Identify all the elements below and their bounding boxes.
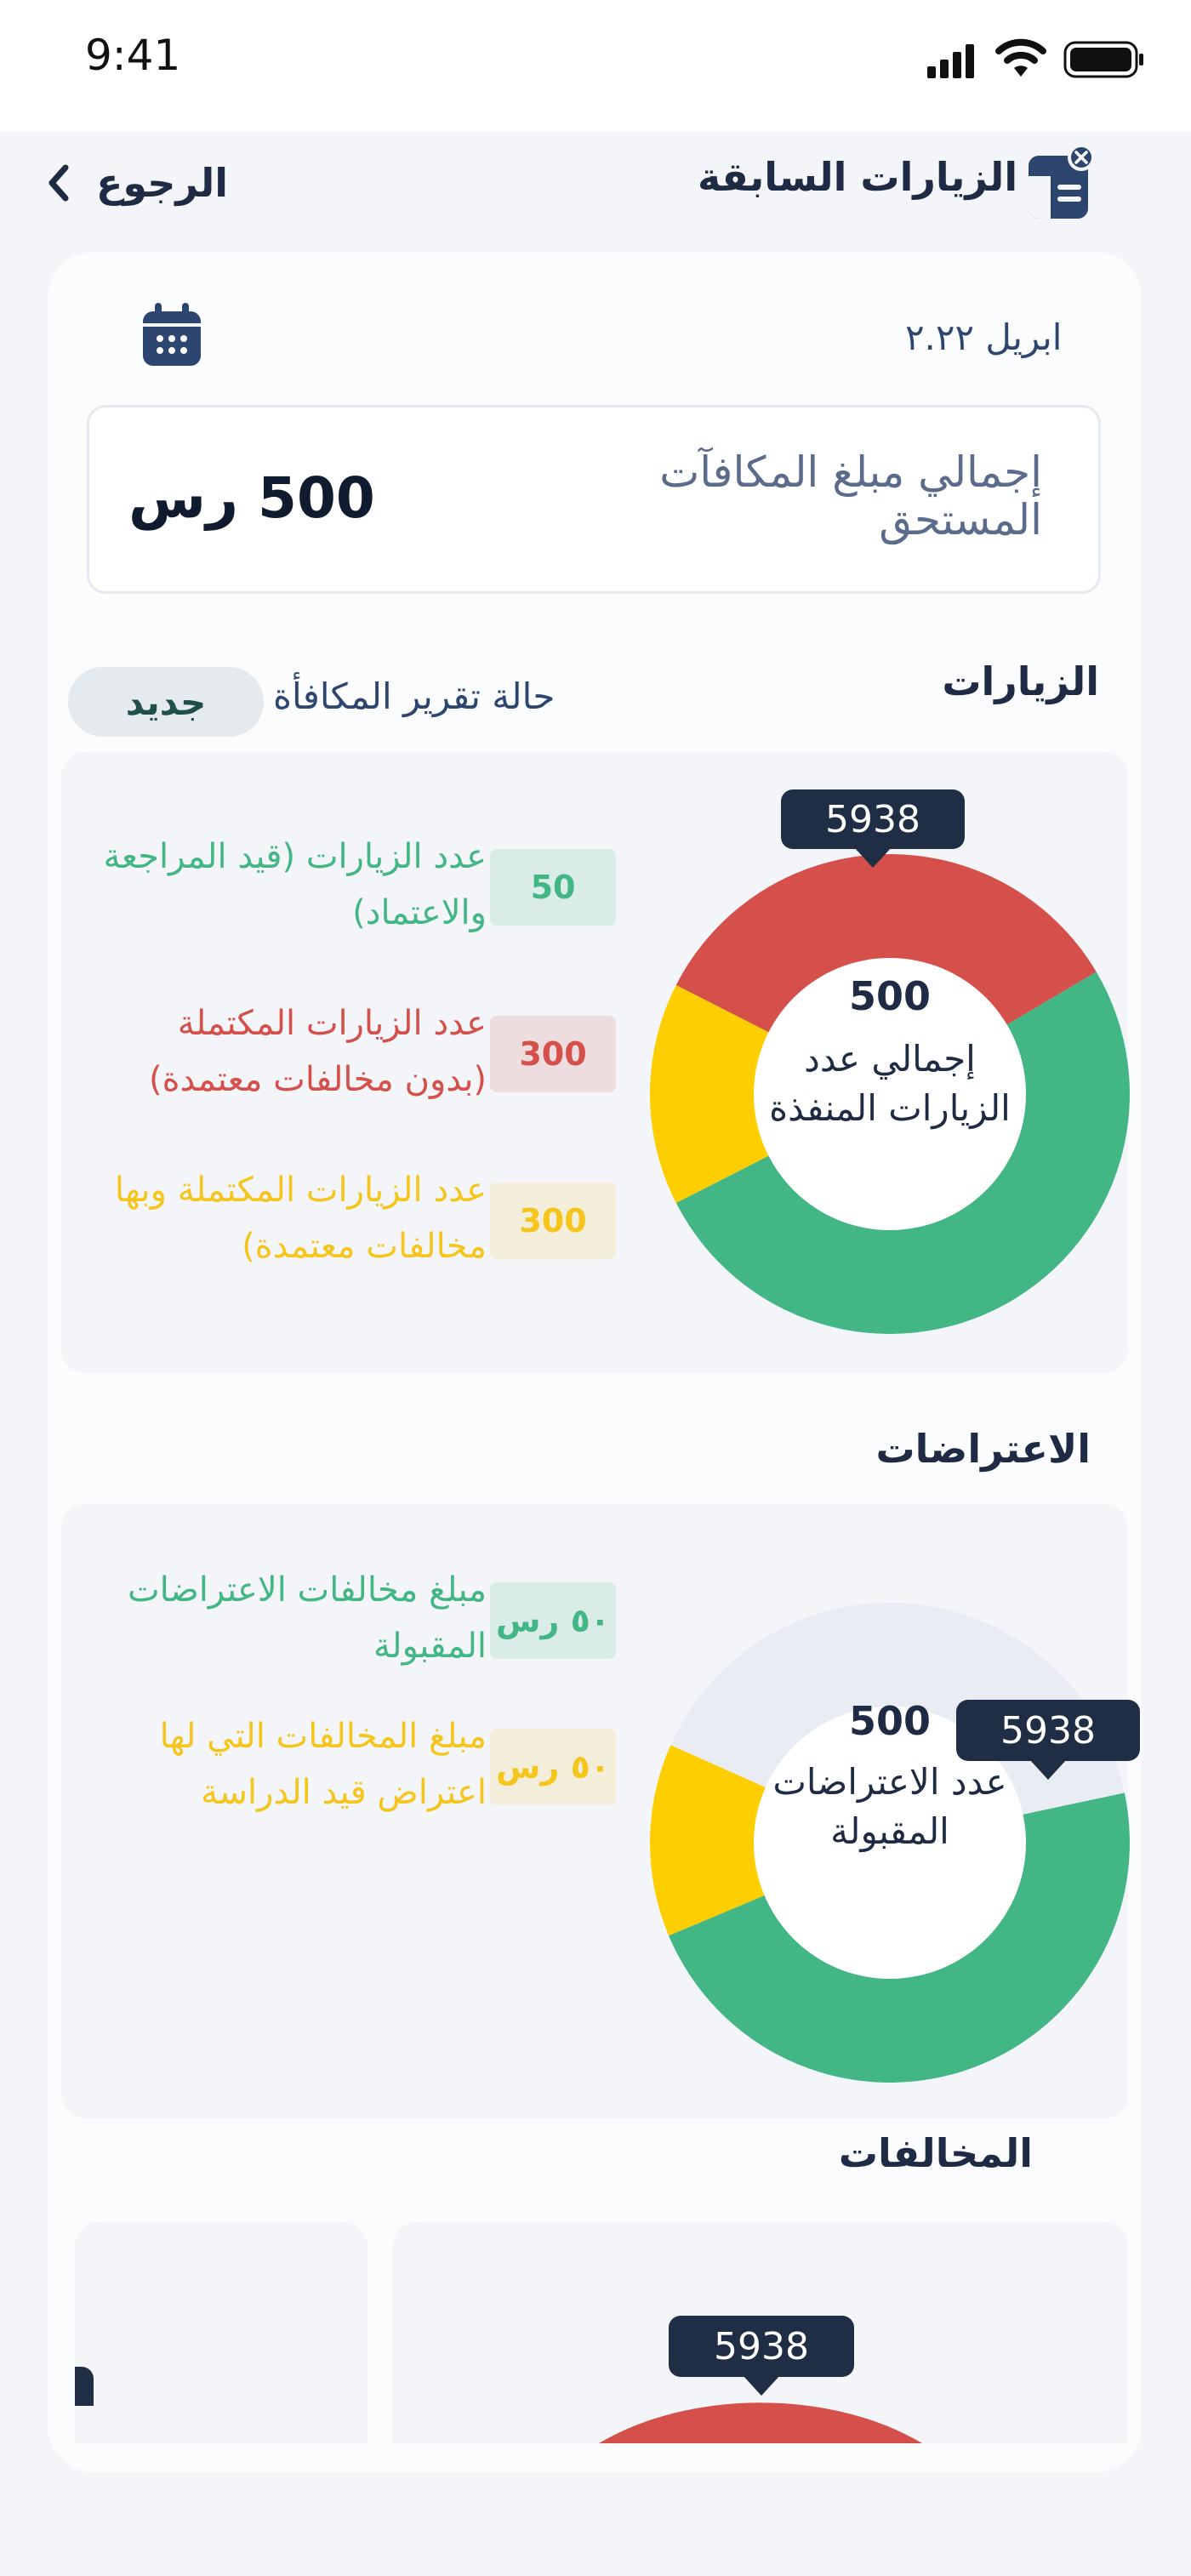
visits-legend-label-0: عدد الزيارات (قيد المراجعة والاعتماد) <box>103 837 487 932</box>
visits-legend-value-0: 50 <box>490 849 616 926</box>
objections-center-label: عدد الاعتراضات المقبولة <box>772 1761 1007 1852</box>
back-label: الرجوع <box>96 160 229 206</box>
page-title: الزيارات السابقة <box>698 154 1018 200</box>
violations-section-title: المخالفات <box>838 2130 1033 2176</box>
visits-legend-label-1: عدد الزيارات المكتملة (بدون مخالفات معتم… <box>148 1004 487 1099</box>
chevron-left-icon <box>48 164 69 202</box>
rewards-total-label: إجمالي مبلغ المكافآت المستحق <box>659 447 1042 544</box>
report-status-badge: جديد <box>68 667 264 737</box>
visits-center-label: إجمالي عدد الزيارات المنفذة <box>769 1038 1011 1129</box>
back-button[interactable]: الرجوع <box>47 149 228 217</box>
rewards-total-box: إجمالي مبلغ المكافآت المستحق 500 رس <box>87 405 1101 594</box>
signal-icon <box>927 44 974 78</box>
report-status-label: حالة تقرير المكافأة <box>273 675 556 717</box>
wifi-icon <box>995 38 1046 77</box>
violations-card-marker <box>75 2367 94 2406</box>
report-card: ابريل ٢.٢٢ إجمالي مبلغ المكافآت المستحق … <box>48 252 1142 2472</box>
visits-center-value: 500 <box>848 973 932 1019</box>
objections-legend-value-0: ٥٠ رس <box>490 1582 616 1659</box>
calendar-icon[interactable] <box>140 301 204 369</box>
objections-legend-value-1: ٥٠ رس <box>490 1729 616 1805</box>
objections-legend-label-0: مبلغ مخالفات الاعتراضات المقبولة <box>127 1570 487 1666</box>
status-time: 9:41 <box>85 31 181 80</box>
rewards-total-value: 500 رس <box>128 465 375 531</box>
app-header: الزيارات السابقة الرجوع <box>0 132 1191 251</box>
visits-legend-value-2: 300 <box>490 1183 616 1259</box>
objections-legend-label-1: مبلغ المخالفات التي لها اعتراض قيد الدرا… <box>159 1717 487 1812</box>
objections-center-value: 500 <box>848 1698 932 1744</box>
visits-chart-tooltip: 5938 <box>781 789 965 868</box>
visits-section-title: الزيارات <box>942 658 1099 704</box>
violations-card-secondary[interactable] <box>75 2222 368 2443</box>
visits-history-icon <box>1029 144 1095 219</box>
objections-section-title: الاعتراضات <box>875 1426 1091 1472</box>
objections-chart-tooltip: 5938 <box>956 1700 1140 1780</box>
visits-legend-label-2: عدد الزيارات المكتملة وبها مخالفات معتمد… <box>114 1171 487 1266</box>
battery-icon <box>1063 41 1143 78</box>
status-bar: 9:41 <box>0 0 1191 132</box>
period-label: ابريل ٢.٢٢ <box>905 316 1063 358</box>
violations-chart-tooltip: 5938 <box>669 2316 854 2396</box>
visits-legend-value-1: 300 <box>490 1016 616 1092</box>
